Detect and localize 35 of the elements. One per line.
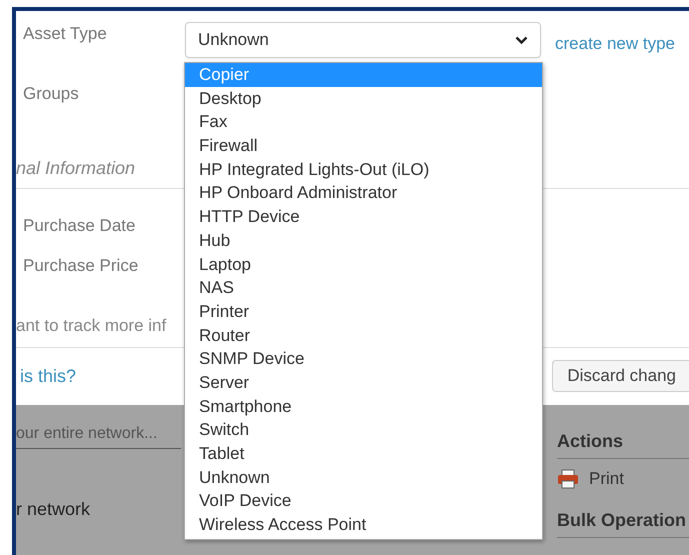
print-link[interactable]: Print [589,469,624,489]
create-type-link[interactable]: create new type [555,34,676,54]
printer-icon [557,469,579,489]
dropdown-option[interactable]: Printer [185,300,542,324]
dropdown-option[interactable]: SNMP Device [185,347,542,371]
track-more-text: ant to track more inf [16,316,166,336]
field-label: Purchase Date [23,216,136,236]
help-link[interactable]: is this? [20,366,76,386]
dropdown-option[interactable]: Firewall [185,134,542,158]
dropdown-option[interactable]: VoIP Device [185,489,542,514]
dropdown-option[interactable]: Wireless Access Point [185,513,542,537]
dropdown-option[interactable]: Hub [185,228,542,252]
sidebar-heading: Bulk Operation [557,510,689,538]
search-field[interactable]: our entire network... [16,419,181,449]
dropdown-option[interactable]: Router [185,324,542,348]
sidebar-heading: Actions [557,431,689,459]
dropdown-option[interactable]: Desktop [185,86,542,110]
dropdown-option[interactable]: Unknown [185,466,542,490]
dropdown-option[interactable]: HP Integrated Lights-Out (iLO) [185,158,542,182]
dropdown-option[interactable]: Smartphone [185,394,542,418]
field-label: Asset Type [23,24,108,44]
dropdown-option[interactable]: Tablet [185,442,542,466]
dropdown-option[interactable]: HP Onboard Administrator [185,181,542,206]
dropdown-option[interactable]: Switch [185,418,542,442]
dropdown-option[interactable]: HTTP Device [185,205,542,229]
dropdown-option[interactable]: Server [185,370,542,395]
field-label: Groups [23,84,80,104]
dropdown-option[interactable]: Fax [185,110,542,134]
asset-type-select[interactable]: Unknown [185,22,541,58]
discard-button[interactable]: Discard chang [552,360,689,392]
dropdown-option[interactable]: NAS [185,276,542,300]
dropdown-option[interactable]: Laptop [185,252,542,276]
chevron-down-icon [515,36,528,44]
section-heading: nal Information [16,158,136,179]
field-label: Purchase Price [23,256,140,276]
